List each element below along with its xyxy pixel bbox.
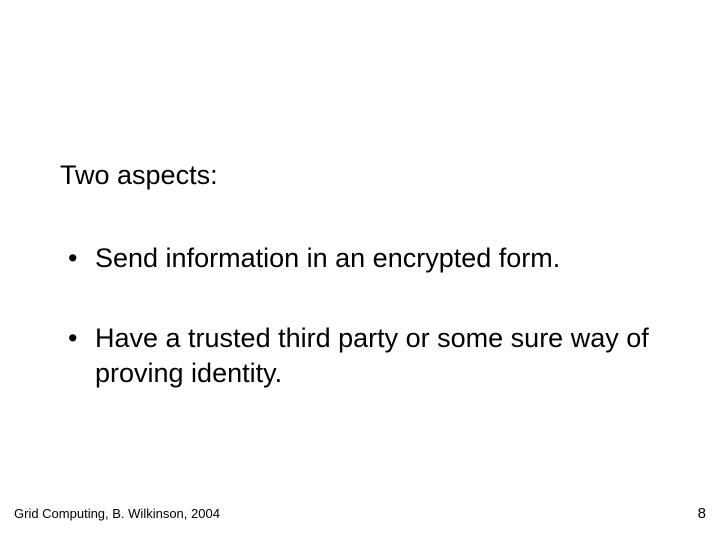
slide-footer: Grid Computing, B. Wilkinson, 2004 8 [0,505,720,522]
footer-attribution: Grid Computing, B. Wilkinson, 2004 [14,506,220,521]
page-number: 8 [698,505,706,522]
bullet-list: Send information in an encrypted form. H… [60,241,660,391]
list-item: Have a trusted third party or some sure … [60,321,660,391]
slide-content: Two aspects: Send information in an encr… [0,0,720,391]
list-item: Send information in an encrypted form. [60,241,660,276]
slide-heading: Two aspects: [60,160,660,191]
